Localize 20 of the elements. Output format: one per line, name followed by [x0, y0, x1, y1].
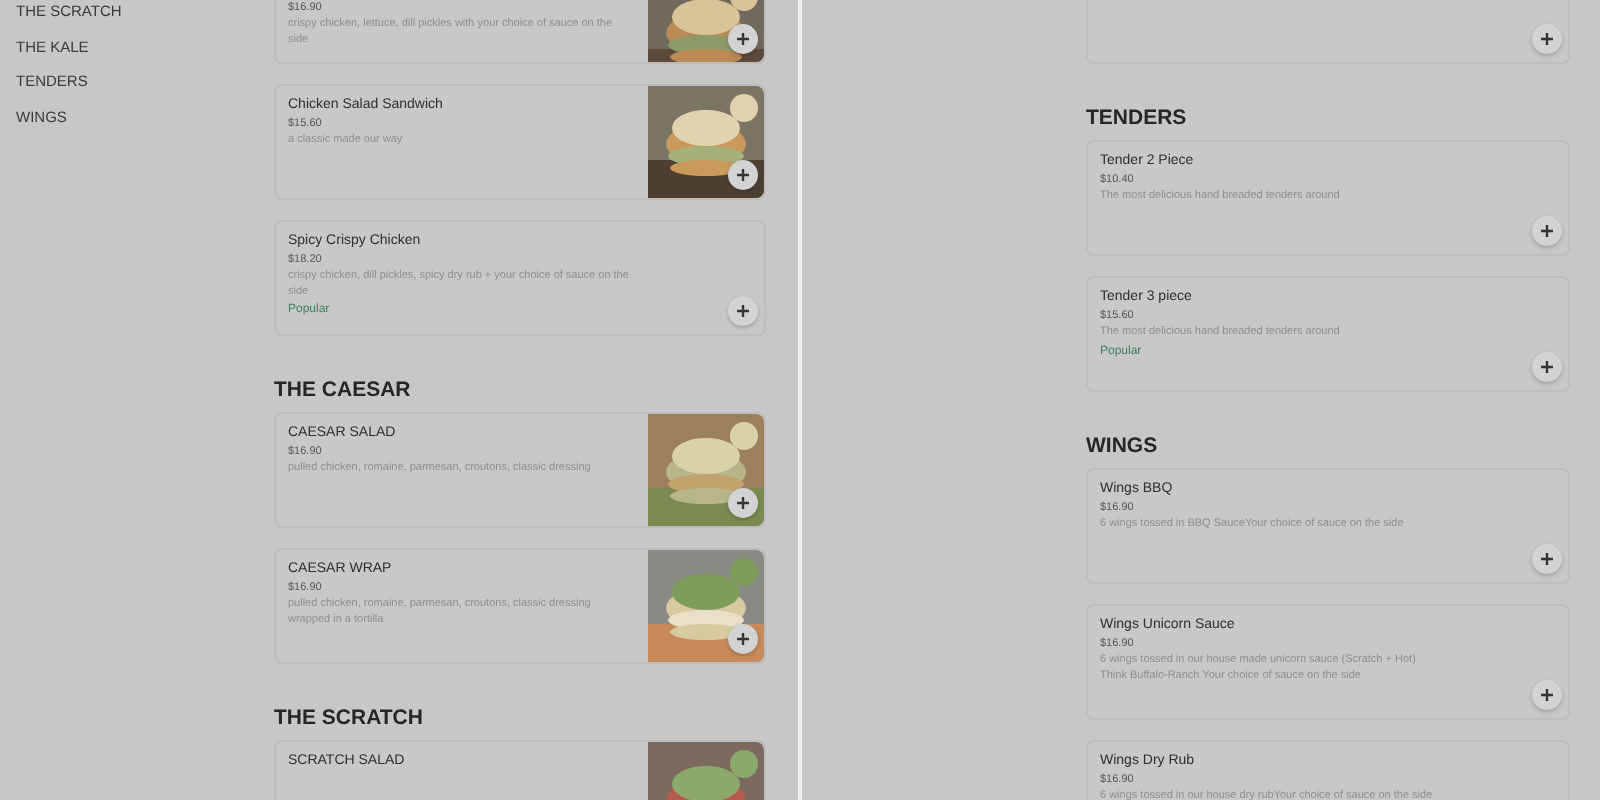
plus-icon	[736, 168, 750, 182]
plus-icon	[736, 32, 750, 46]
add-button[interactable]	[1532, 544, 1562, 574]
plus-icon	[1540, 552, 1554, 566]
plus-icon	[1540, 224, 1554, 238]
plus-icon	[1540, 688, 1554, 702]
section-heading: THE SCRATCH	[274, 706, 425, 732]
section-heading: THE CAESAR	[274, 378, 413, 404]
section-heading: TENDERS	[1086, 106, 1189, 132]
plus-icon	[736, 304, 750, 318]
section-heading: WINGS	[1086, 434, 1160, 460]
add-button[interactable]	[1532, 680, 1562, 710]
add-button[interactable]	[1532, 216, 1562, 246]
plus-icon	[1540, 32, 1554, 46]
add-button[interactable]	[1532, 352, 1562, 382]
add-button[interactable]	[1532, 24, 1562, 54]
add-button[interactable]	[728, 296, 758, 326]
plus-icon	[736, 632, 750, 646]
plus-icon	[1540, 360, 1554, 374]
plus-icon	[736, 496, 750, 510]
